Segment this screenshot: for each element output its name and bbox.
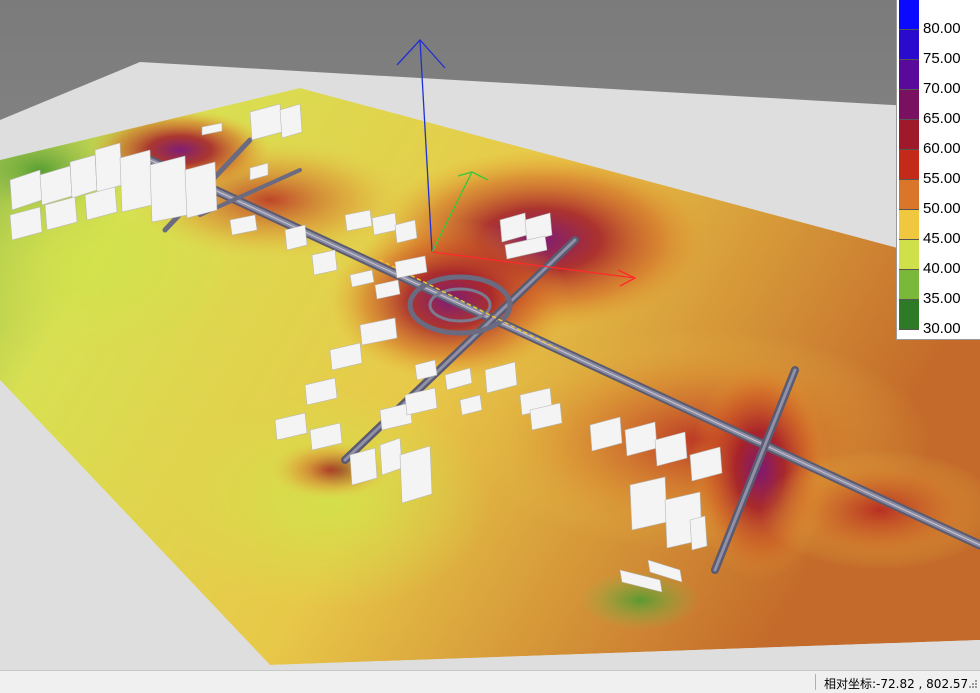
status-separator [815, 674, 816, 690]
noise-color-legend: 80.00 75.00 70.00 65.00 60.00 55.00 50.00 45.00… [896, 0, 980, 340]
legend-row: 50.00 [897, 180, 980, 217]
status-bar: 相对坐标:-72.82 , 802.57 [0, 670, 980, 693]
legend-swatch [899, 270, 919, 300]
legend-swatch [899, 120, 919, 150]
legend-row: 45.00 [897, 210, 980, 247]
legend-swatch [899, 180, 919, 210]
legend-row: 60.00 [897, 120, 980, 157]
legend-swatch [899, 90, 919, 120]
relative-coordinates-readout: 相对坐标:-72.82 , 802.57 [824, 677, 969, 691]
legend-row: 75.00 [897, 30, 980, 67]
legend-swatch [899, 240, 919, 270]
legend-row: 30.00 [897, 300, 980, 337]
legend-row: 80.00 [897, 0, 980, 37]
legend-swatch [899, 30, 919, 60]
legend-swatch [899, 150, 919, 180]
legend-row: 40.00 [897, 240, 980, 277]
legend-row: 55.00 [897, 150, 980, 187]
legend-swatch [899, 0, 919, 30]
resize-grip-icon[interactable] [966, 679, 978, 691]
legend-label: 30.00 [923, 320, 961, 337]
noise-map-scene[interactable] [0, 0, 980, 670]
legend-row: 70.00 [897, 60, 980, 97]
legend-swatch [899, 60, 919, 90]
3d-viewport[interactable]: 80.00 75.00 70.00 65.00 60.00 55.00 50.00 45.00… [0, 0, 980, 670]
legend-row: 35.00 [897, 270, 980, 307]
legend-swatch [899, 210, 919, 240]
legend-swatch [899, 300, 919, 330]
legend-row: 65.00 [897, 90, 980, 127]
